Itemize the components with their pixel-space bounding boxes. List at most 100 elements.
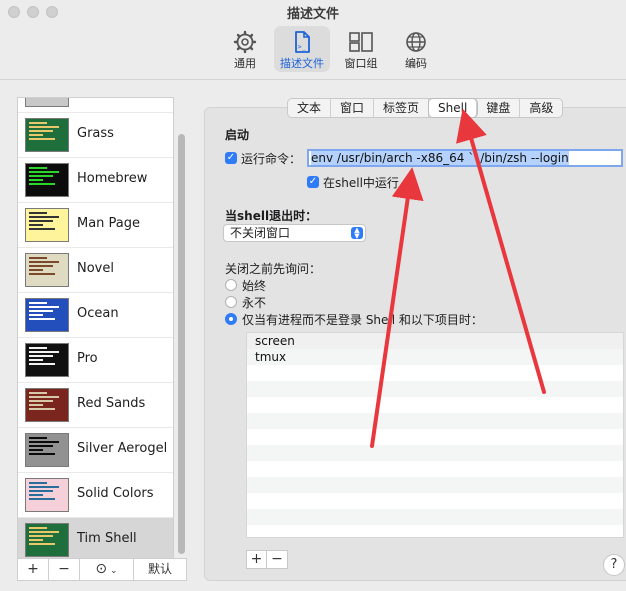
more-actions-icon: ⊙ — [95, 561, 108, 577]
profile-name: Ocean — [77, 306, 119, 321]
profile-name: Red Sands — [77, 396, 146, 411]
settings-tabs: 文本 窗口 标签页 Shell 键盘 高级 — [287, 98, 564, 118]
process-row[interactable] — [247, 381, 623, 397]
window-group-icon — [349, 32, 373, 52]
add-profile-button[interactable]: + — [18, 559, 49, 580]
select-arrows-icon: ▲ ▼ — [351, 227, 363, 240]
chevron-down-icon: ⌄ — [107, 566, 118, 576]
run-in-shell-checkbox[interactable]: ✓ — [307, 176, 319, 188]
profile-name: Pro — [77, 351, 98, 366]
on-exit-selected-value: 不关闭窗口 — [230, 226, 291, 240]
globe-icon — [406, 32, 426, 52]
window-title: 描述文件 — [286, 7, 339, 22]
tab-1[interactable]: 窗口 — [331, 99, 375, 117]
on-exit-heading-shell: shell — [237, 209, 270, 223]
run-command-value: env /usr/bin/arch -x86_64 ``/bin/zsh --l… — [311, 151, 569, 165]
profile-thumbnail — [25, 208, 69, 242]
process-row[interactable] — [247, 461, 623, 477]
tab-0[interactable]: 文本 — [288, 99, 332, 117]
profile-list-footer: + − ⊙ ⌄ 默认 — [17, 558, 187, 581]
tab-3[interactable]: Shell — [429, 99, 478, 117]
profile-name: Homebrew — [77, 171, 148, 186]
process-row[interactable] — [247, 493, 623, 509]
document-icon: >_ — [295, 31, 310, 53]
add-process-button[interactable]: + — [247, 551, 267, 568]
profile-item-ocean[interactable]: Ocean — [18, 293, 173, 338]
gear-icon — [233, 30, 257, 54]
profile-item-pro[interactable]: Pro — [18, 338, 173, 383]
profile-item-grass[interactable]: Grass — [18, 113, 173, 158]
on-exit-heading-post: 退出时： — [269, 209, 318, 223]
process-row[interactable]: tmux — [247, 349, 623, 365]
process-row[interactable] — [247, 429, 623, 445]
profile-item-silver-aerogel[interactable]: Silver Aerogel — [18, 428, 173, 473]
run-command-checkbox[interactable]: ✓ — [225, 152, 237, 164]
remove-profile-button[interactable]: − — [49, 559, 80, 580]
profile-thumbnail — [25, 478, 69, 512]
profile-item-red-sands[interactable]: Red Sands — [18, 383, 173, 428]
process-row[interactable] — [247, 365, 623, 381]
svg-text:>_: >_ — [298, 43, 307, 51]
profile-item-novel[interactable]: Novel — [18, 248, 173, 293]
ask-if-processes-radio[interactable] — [225, 313, 237, 325]
profile-thumbnail — [25, 98, 69, 107]
process-list-buttons: + − — [246, 550, 288, 569]
process-row[interactable] — [247, 477, 623, 493]
toolbar-window-groups-label: 窗口组 — [344, 57, 378, 70]
tab-4[interactable]: 键盘 — [477, 99, 521, 117]
on-exit-heading: 当shell退出时： — [225, 207, 317, 224]
toolbar-general-label: 通用 — [234, 57, 256, 70]
process-row[interactable] — [247, 525, 623, 537]
toolbar-general-button[interactable]: 通用 — [218, 26, 272, 72]
toolbar-encoding-label: 编码 — [405, 57, 427, 70]
profile-thumbnail — [25, 523, 69, 557]
toolbar-window-groups-button[interactable]: 窗口组 — [334, 26, 388, 72]
profile-name: Man Page — [77, 216, 141, 231]
title-bar: 描述文件 通用 >_ 描述文件 窗口组 编码 — [0, 0, 626, 80]
process-row[interactable] — [247, 445, 623, 461]
ask-before-closing-heading: 关闭之前先询问： — [225, 262, 322, 276]
profile-thumbnail — [25, 343, 69, 377]
ask-never-label: 永不 — [242, 296, 267, 310]
process-list[interactable]: screen tmux — [246, 332, 624, 538]
profile-list-scrollbar[interactable] — [176, 97, 187, 562]
scrollbar-thumb[interactable] — [178, 134, 185, 554]
help-button[interactable]: ? — [603, 554, 625, 576]
run-in-shell-label: 在shell中运行 — [323, 176, 399, 190]
ask-if-processes-label: 仅当有进程而不是登录 Shell 和以下项目时： — [242, 313, 483, 327]
remove-process-button[interactable]: − — [267, 551, 287, 568]
profile-name: Solid Colors — [77, 486, 154, 501]
toolbar-encoding-button[interactable]: 编码 — [390, 26, 442, 72]
ask-never-radio[interactable] — [225, 296, 237, 308]
profile-thumbnail — [25, 253, 69, 287]
profile-actions-menu[interactable]: ⊙ ⌄ — [80, 559, 134, 580]
process-row[interactable] — [247, 413, 623, 429]
process-row[interactable] — [247, 397, 623, 413]
profile-item-partial[interactable] — [18, 98, 173, 113]
on-exit-heading-pre: 当 — [225, 209, 238, 223]
toolbar-profiles-button[interactable]: >_ 描述文件 — [274, 26, 330, 72]
profile-thumbnail — [25, 388, 69, 422]
startup-heading: 启动 — [225, 128, 250, 142]
profile-list[interactable]: Grass Homebrew Man Page Novel Ocean Pro Red Sa… — [17, 97, 174, 562]
process-row[interactable] — [247, 509, 623, 525]
process-row[interactable]: screen — [247, 333, 623, 349]
profile-item-solid-colors[interactable]: Solid Colors — [18, 473, 173, 518]
ask-always-label: 始终 — [242, 279, 267, 293]
profile-item-man-page[interactable]: Man Page — [18, 203, 173, 248]
ask-always-radio[interactable] — [225, 279, 237, 291]
tab-5[interactable]: 高级 — [520, 99, 562, 117]
profile-thumbnail — [25, 298, 69, 332]
on-exit-select[interactable]: 不关闭窗口 ▲ ▼ — [223, 224, 366, 242]
profile-name: Novel — [77, 261, 114, 276]
profile-name: Tim Shell — [77, 531, 137, 546]
run-command-input[interactable]: env /usr/bin/arch -x86_64 ``/bin/zsh --l… — [307, 149, 623, 167]
profile-thumbnail — [25, 163, 69, 197]
set-default-button[interactable]: 默认 — [134, 559, 186, 580]
profile-name: Grass — [77, 126, 114, 141]
profile-name: Silver Aerogel — [77, 441, 168, 456]
profile-item-homebrew[interactable]: Homebrew — [18, 158, 173, 203]
profile-item-tim-shell[interactable]: Tim Shell — [18, 518, 173, 561]
toolbar-profiles-label: 描述文件 — [280, 57, 324, 70]
tab-2[interactable]: 标签页 — [374, 99, 430, 117]
